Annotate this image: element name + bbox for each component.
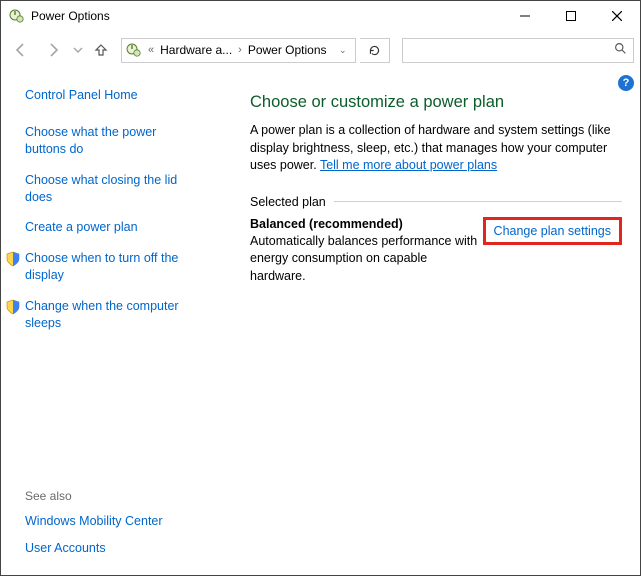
sidebar-link-label: Change when the computer sleeps [25, 299, 179, 330]
up-button[interactable] [89, 36, 113, 64]
sidebar-link-create-plan[interactable]: Create a power plan [25, 219, 200, 236]
window-controls [502, 1, 640, 31]
plan-name: Balanced (recommended) [250, 217, 483, 231]
search-input[interactable] [403, 43, 615, 57]
plan-row: Balanced (recommended) Automatically bal… [250, 217, 622, 286]
breadcrumb-sep-icon: « [146, 44, 156, 56]
breadcrumb-parent[interactable]: Hardware a... [160, 43, 232, 57]
see-also-label: See also [25, 489, 216, 503]
see-also-mobility-center[interactable]: Windows Mobility Center [25, 513, 200, 530]
address-dropdown-icon[interactable]: ⌄ [335, 45, 351, 56]
selected-plan-label: Selected plan [250, 195, 326, 209]
search-icon[interactable] [614, 42, 627, 58]
search-box[interactable] [402, 38, 635, 63]
maximize-button[interactable] [548, 1, 594, 31]
breadcrumb-current[interactable]: Power Options [248, 43, 327, 57]
recent-locations-button[interactable] [71, 36, 85, 64]
power-options-icon [9, 8, 25, 24]
divider [334, 201, 622, 202]
sidebar-link-closing-lid[interactable]: Choose what closing the lid does [25, 172, 200, 206]
plan-description: Automatically balances performance with … [250, 233, 483, 286]
sidebar-link-label: Choose when to turn off the display [25, 251, 178, 282]
close-button[interactable] [594, 1, 640, 31]
titlebar: Power Options [1, 1, 640, 31]
address-bar[interactable]: « Hardware a... › Power Options ⌄ [121, 38, 356, 63]
sidebar: Control Panel Home Choose what the power… [1, 69, 226, 575]
help-icon[interactable]: ? [618, 75, 634, 91]
see-also-user-accounts[interactable]: User Accounts [25, 540, 200, 557]
forward-button[interactable] [39, 36, 67, 64]
nav-toolbar: « Hardware a... › Power Options ⌄ [1, 31, 640, 69]
chevron-right-icon: › [236, 44, 244, 56]
sidebar-link-computer-sleeps[interactable]: Change when the computer sleeps [25, 298, 200, 332]
minimize-button[interactable] [502, 1, 548, 31]
page-description: A power plan is a collection of hardware… [250, 122, 622, 175]
page-title: Choose or customize a power plan [250, 93, 622, 112]
change-plan-settings-link[interactable]: Change plan settings [483, 217, 622, 245]
back-button[interactable] [7, 36, 35, 64]
selected-plan-header: Selected plan [250, 195, 622, 209]
sidebar-link-turn-off-display[interactable]: Choose when to turn off the display [25, 250, 200, 284]
main-panel: ? Choose or customize a power plan A pow… [226, 69, 640, 575]
shield-icon [5, 299, 21, 315]
plan-info: Balanced (recommended) Automatically bal… [250, 217, 483, 286]
content-area: Control Panel Home Choose what the power… [1, 69, 640, 575]
tell-me-more-link[interactable]: Tell me more about power plans [320, 158, 497, 172]
shield-icon [5, 251, 21, 267]
window-title: Power Options [31, 9, 502, 23]
sidebar-link-power-buttons[interactable]: Choose what the power buttons do [25, 124, 200, 158]
power-options-icon [126, 42, 142, 58]
refresh-button[interactable] [360, 38, 390, 63]
control-panel-home-link[interactable]: Control Panel Home [25, 87, 200, 104]
